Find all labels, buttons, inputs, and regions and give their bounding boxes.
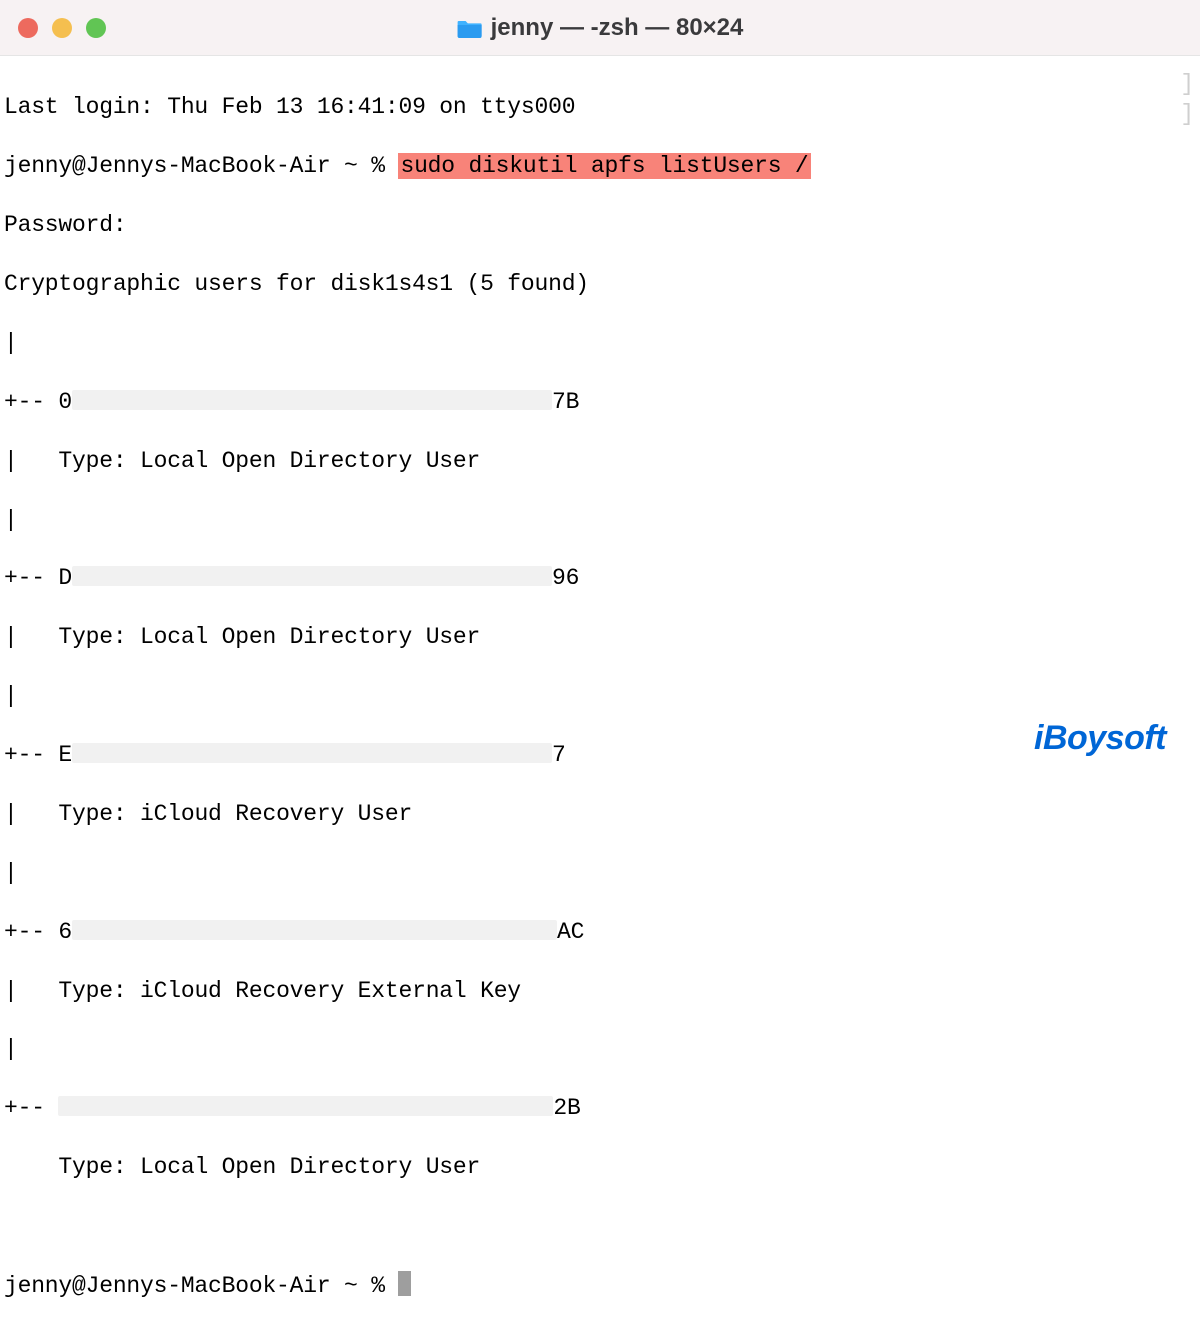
tree-pipe: |: [4, 683, 18, 709]
user-type: Local Open Directory User: [140, 1154, 480, 1180]
user-suffix: 96: [552, 565, 579, 591]
tree-cont: |: [4, 448, 58, 474]
window-title-group: jenny — -zsh — 80×24: [457, 14, 744, 42]
user-prefix: E: [58, 742, 72, 768]
user-prefix: D: [58, 565, 72, 591]
cursor-icon: [398, 1271, 411, 1296]
user-prefix: 6: [58, 919, 72, 945]
tree-pipe: |: [4, 507, 18, 533]
type-label: Type:: [58, 624, 140, 650]
redacted-uuid: [72, 390, 552, 410]
tree-branch: +--: [4, 742, 58, 768]
redacted-uuid: [72, 920, 557, 940]
minimize-icon[interactable]: [52, 18, 72, 38]
user-suffix: 7: [552, 742, 566, 768]
type-label: Type:: [58, 978, 140, 1004]
user-suffix: 2B: [553, 1095, 580, 1121]
user-type: Local Open Directory User: [140, 624, 480, 650]
traffic-lights: [18, 18, 106, 38]
tree-end: [4, 1154, 58, 1180]
folder-icon: [457, 17, 483, 39]
window-title: jenny — -zsh — 80×24: [491, 14, 744, 42]
redacted-uuid: [72, 743, 552, 763]
user-prefix: 0: [58, 389, 72, 415]
tree-branch: +--: [4, 389, 58, 415]
prompt: jenny@Jennys-MacBook-Air ~ %: [4, 153, 398, 179]
terminal-output[interactable]: Last login: Thu Feb 13 16:41:09 on ttys0…: [0, 56, 1200, 1339]
tree-branch: +--: [4, 1095, 58, 1121]
watermark-logo: iBoysoft: [1034, 719, 1166, 758]
crypto-header: Cryptographic users for disk1s4s1 (5 fou…: [4, 271, 589, 297]
user-type: Local Open Directory User: [140, 448, 480, 474]
tree-branch: +--: [4, 919, 58, 945]
user-type: iCloud Recovery User: [140, 801, 412, 827]
scroll-indicator: ]: [1180, 100, 1194, 129]
tree-cont: |: [4, 624, 58, 650]
user-type: iCloud Recovery External Key: [140, 978, 521, 1004]
zoom-icon[interactable]: [86, 18, 106, 38]
user-suffix: 7B: [552, 389, 579, 415]
user-suffix: AC: [557, 919, 584, 945]
highlighted-command: sudo diskutil apfs listUsers /: [398, 153, 810, 179]
tree-pipe: |: [4, 330, 18, 356]
tree-pipe: |: [4, 860, 18, 886]
type-label: Type:: [58, 1154, 140, 1180]
close-icon[interactable]: [18, 18, 38, 38]
tree-cont: |: [4, 801, 58, 827]
redacted-uuid: [72, 566, 552, 586]
tree-cont: |: [4, 978, 58, 1004]
titlebar: jenny — -zsh — 80×24: [0, 0, 1200, 56]
password-prompt: Password:: [4, 212, 126, 238]
redacted-uuid: [58, 1096, 553, 1116]
watermark-text: Boysoft: [1043, 719, 1166, 757]
type-label: Type:: [58, 801, 140, 827]
tree-branch: +--: [4, 565, 58, 591]
last-login-line: Last login: Thu Feb 13 16:41:09 on ttys0…: [4, 94, 575, 120]
tree-pipe: |: [4, 1036, 18, 1062]
type-label: Type:: [58, 448, 140, 474]
prompt: jenny@Jennys-MacBook-Air ~ %: [4, 1273, 398, 1299]
scroll-indicator: ]: [1180, 70, 1194, 99]
